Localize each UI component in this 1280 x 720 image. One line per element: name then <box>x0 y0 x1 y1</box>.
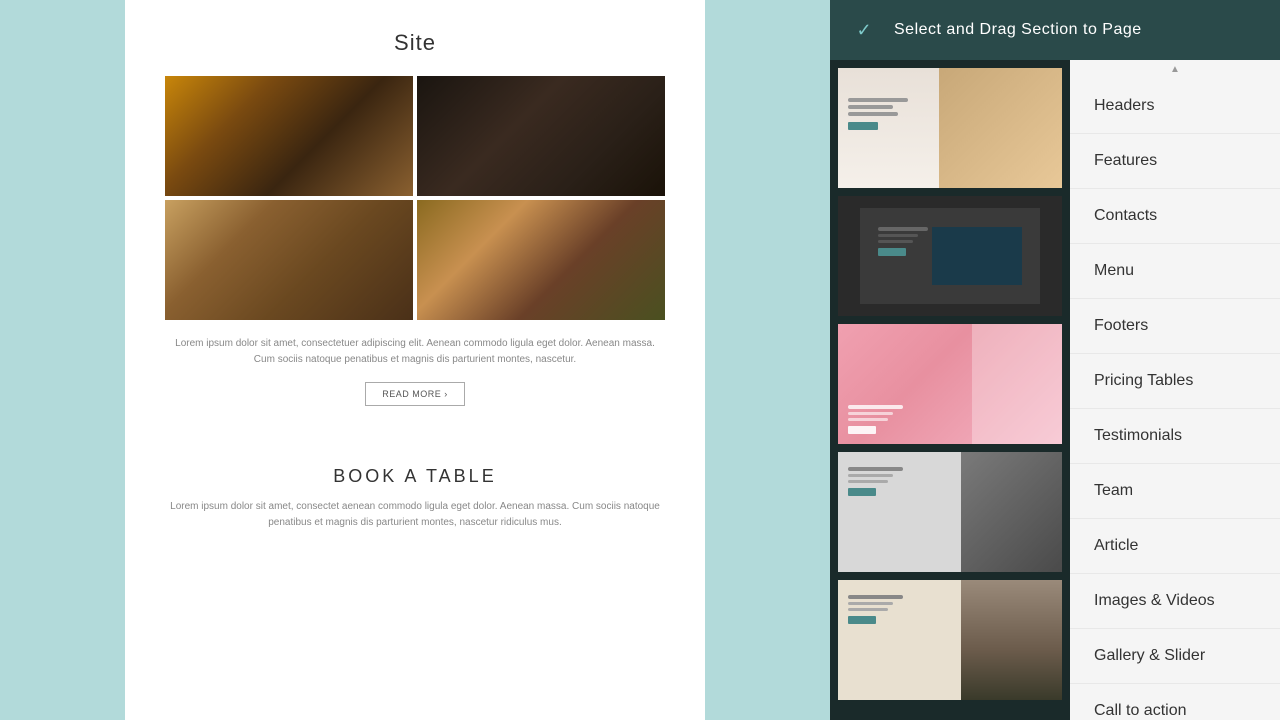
book-section: BOOK A TABLE Lorem ipsum dolor sit amet,… <box>125 446 705 551</box>
category-images-videos[interactable]: Images & Videos <box>1070 574 1280 629</box>
site-title: Site <box>165 30 665 56</box>
categories-column: ▲ Headers Features Contacts Menu Footers… <box>1070 60 1280 720</box>
thumb-2-text <box>878 227 928 256</box>
thumb-3-btn <box>848 426 876 434</box>
lorem-description: Lorem ipsum dolor sit amet, consectetuer… <box>165 336 665 368</box>
thumb-4-bg-image <box>961 452 1062 572</box>
thumb-2-screen <box>932 227 1022 285</box>
right-panel: ✓ Select and Drag Section to Page <box>830 0 1280 720</box>
category-contacts[interactable]: Contacts <box>1070 189 1280 244</box>
thumbnail-5[interactable] <box>838 580 1062 700</box>
check-icon: ✓ <box>850 16 878 44</box>
photo-food <box>417 200 665 320</box>
wine-photo <box>165 76 413 196</box>
photo-bar <box>417 76 665 196</box>
thumb-4-line-2 <box>848 474 893 477</box>
thumb-1-text-block <box>848 98 908 130</box>
thumbnail-1[interactable] <box>838 68 1062 188</box>
thumb-2-line-2 <box>878 234 918 237</box>
main-content-area: Site Lorem ipsum dolor sit amet, <box>0 0 830 720</box>
thumb-5-btn <box>848 616 876 624</box>
thumb-4-line-1 <box>848 467 903 471</box>
thumb-text-line-3 <box>848 112 898 116</box>
bar-photo <box>417 76 665 196</box>
panel-header: ✓ Select and Drag Section to Page <box>830 0 1280 60</box>
thumb-4-line-3 <box>848 480 888 483</box>
thumb-4-text <box>838 452 913 572</box>
food-photo <box>417 200 665 320</box>
table-photo <box>165 200 413 320</box>
thumbnails-column[interactable] <box>830 60 1070 720</box>
thumb-5-line-3 <box>848 608 888 611</box>
thumb-5-bg-image <box>961 580 1062 700</box>
photo-bottom-row <box>165 200 665 320</box>
page-preview: Site Lorem ipsum dolor sit amet, <box>125 0 705 720</box>
panel-body: ▲ Headers Features Contacts Menu Footers… <box>830 60 1280 720</box>
category-pricing-tables[interactable]: Pricing Tables <box>1070 354 1280 409</box>
scroll-up-indicator[interactable]: ▲ <box>1070 60 1280 79</box>
thumb-text-line-1 <box>848 98 908 102</box>
thumbnail-2[interactable] <box>838 196 1062 316</box>
thumb-2-btn <box>878 248 906 256</box>
thumb-5-image-overlay <box>961 580 1062 700</box>
category-testimonials[interactable]: Testimonials <box>1070 409 1280 464</box>
thumb-3-overlay <box>972 324 1062 444</box>
category-footers[interactable]: Footers <box>1070 299 1280 354</box>
thumbnail-4[interactable] <box>838 452 1062 572</box>
category-team[interactable]: Team <box>1070 464 1280 519</box>
thumb-3-line-1 <box>848 405 903 409</box>
category-features[interactable]: Features <box>1070 134 1280 189</box>
thumb-2-line-3 <box>878 240 913 243</box>
thumb-2-inner <box>860 208 1039 304</box>
photo-table <box>165 200 413 320</box>
category-gallery-slider[interactable]: Gallery & Slider <box>1070 629 1280 684</box>
thumb-3-line-3 <box>848 418 888 421</box>
book-title: BOOK A TABLE <box>165 466 665 487</box>
thumb-3-line-2 <box>848 412 893 415</box>
photo-wine <box>165 76 413 196</box>
photo-grid <box>165 76 665 320</box>
thumb-5-line-1 <box>848 595 903 599</box>
site-section: Site Lorem ipsum dolor sit amet, <box>125 0 705 446</box>
category-menu[interactable]: Menu <box>1070 244 1280 299</box>
thumb-4-btn <box>848 488 876 496</box>
thumb-5-line-2 <box>848 602 893 605</box>
thumb-text-line-2 <box>848 105 893 109</box>
thumb-3-text <box>848 405 903 434</box>
category-call-to-action[interactable]: Call to action <box>1070 684 1280 720</box>
category-article[interactable]: Article <box>1070 519 1280 574</box>
thumbnail-3[interactable] <box>838 324 1062 444</box>
panel-title: Select and Drag Section to Page <box>894 21 1142 39</box>
thumb-1-bg-image <box>939 68 1062 188</box>
thumb-2-line-1 <box>878 227 928 231</box>
thumb-cta-button <box>848 122 878 130</box>
read-more-button[interactable]: READ MORE › <box>365 382 465 406</box>
book-text: Lorem ipsum dolor sit amet, consectet ae… <box>165 499 665 531</box>
thumb-5-text <box>838 580 961 700</box>
category-headers[interactable]: Headers <box>1070 79 1280 134</box>
